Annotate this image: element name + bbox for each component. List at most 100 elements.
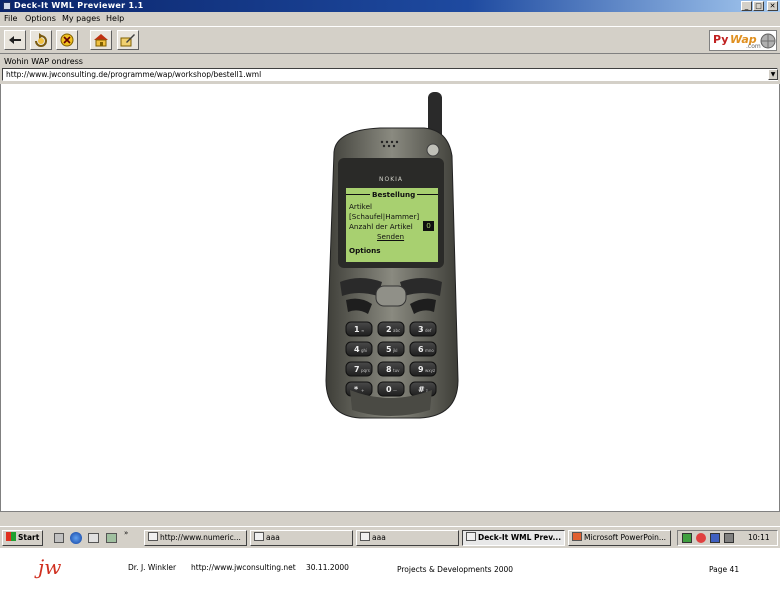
keypad-key-2[interactable]: 2 abc: [377, 321, 405, 337]
keypad-key-8[interactable]: 8 tuv: [377, 361, 405, 377]
screen-line-1: Artikel: [349, 202, 373, 211]
stop-button[interactable]: [56, 30, 78, 50]
task-label: Deck-It WML Prev...: [478, 533, 562, 542]
system-tray: 10:11: [677, 530, 778, 546]
quantity-input[interactable]: 0: [423, 221, 434, 231]
address-input[interactable]: http://www.jwconsulting.de/programme/wap…: [2, 68, 778, 81]
key-letters: wxyz: [425, 368, 435, 373]
task-label: aaa: [372, 533, 386, 542]
stop-icon: [60, 33, 74, 47]
chevron-more-icon[interactable]: »: [124, 529, 128, 537]
monitor-icon[interactable]: [710, 533, 720, 543]
edit-bookmark-icon: [120, 34, 135, 47]
bookmark-button[interactable]: [117, 30, 139, 50]
taskbar-button[interactable]: aaa: [356, 530, 459, 546]
footer-author: Dr. J. Winkler: [128, 563, 177, 572]
start-label: Start: [18, 533, 40, 542]
reload-button[interactable]: [30, 30, 52, 50]
key-digit: 8: [386, 365, 392, 374]
task-app-icon: [254, 532, 264, 541]
taskbar-button[interactable]: Microsoft PowerPoin...: [568, 530, 671, 546]
options-softkey[interactable]: Options: [349, 246, 381, 255]
maximize-button[interactable]: □: [753, 1, 764, 11]
keypad-key-1[interactable]: 1 ∞: [345, 321, 373, 337]
network-icon[interactable]: [682, 533, 692, 543]
key-letters: jkl: [392, 348, 398, 353]
pywap-logo: Py Wap .com: [709, 30, 777, 51]
status-band: [0, 512, 780, 526]
taskbar-button[interactable]: http://www.numeric...: [144, 530, 247, 546]
key-letters: abc: [393, 328, 400, 333]
key-letters: +: [361, 388, 364, 393]
task-label: aaa: [266, 533, 280, 542]
reload-icon: [35, 33, 47, 47]
footer-section: Projects & Developments 2000: [397, 565, 514, 574]
screen-title: Bestellung: [370, 190, 418, 199]
key-digit: 0: [386, 385, 392, 394]
menu-file[interactable]: File: [4, 14, 17, 23]
key-letters: def: [425, 328, 432, 333]
menu-options[interactable]: Options: [25, 14, 56, 23]
footer-page: Page 41: [709, 565, 740, 574]
start-button[interactable]: Start: [2, 530, 43, 546]
internet-explorer-icon[interactable]: [70, 532, 82, 544]
task-app-icon: [360, 532, 370, 541]
keypad-key-3[interactable]: 3 def: [409, 321, 437, 337]
toolbar: Py Wap .com: [0, 26, 780, 54]
home-button[interactable]: [90, 30, 112, 50]
keypad-key-9[interactable]: 9 wxyz: [409, 361, 437, 377]
close-button[interactable]: ✕: [767, 1, 778, 11]
key-digit: 9: [418, 365, 424, 374]
antivirus-icon[interactable]: [696, 533, 706, 543]
task-label: http://www.numeric...: [160, 533, 241, 542]
key-letters: ∞: [361, 328, 364, 333]
app-shortcut-icon[interactable]: [106, 533, 117, 543]
power-button[interactable]: [426, 143, 440, 157]
footer-date: 30.11.2000: [306, 563, 349, 572]
footer-url: http://www.jwconsulting.net: [191, 563, 296, 572]
logo-py-text: Py: [713, 33, 729, 46]
key-digit: 2: [386, 325, 392, 334]
address-label: Wohin WAP ondress: [4, 57, 83, 66]
task-app-icon: [572, 532, 582, 541]
show-desktop-icon[interactable]: [54, 533, 64, 543]
key-digit: #: [418, 385, 425, 394]
taskbar-button[interactable]: aaa: [250, 530, 353, 546]
clock: 10:11: [748, 533, 770, 542]
globe-icon: [760, 33, 776, 49]
keypad-key-5[interactable]: 5 jkl: [377, 341, 405, 357]
back-button[interactable]: [4, 30, 26, 50]
key-digit: 6: [418, 345, 424, 354]
back-arrow-icon: [9, 36, 21, 44]
key-letters: tuv: [393, 368, 400, 373]
content-area: 1 ∞ 2 abc 3 def 4 ghi 5 jkl 6 mno 7 pqrs 8 tuv 9 wxyz * +0—…: [0, 84, 780, 512]
key-letters: —: [393, 388, 397, 393]
keypad-key-4[interactable]: 4 ghi: [345, 341, 373, 357]
key-digit: 7: [354, 365, 360, 374]
minimize-button[interactable]: _: [741, 1, 752, 11]
title-bar: Deck-It WML Previewer 1.1 _ □ ✕: [0, 0, 780, 12]
windows-logo-icon: [6, 532, 16, 541]
task-app-icon: [466, 532, 476, 541]
menu-help[interactable]: Help: [106, 14, 124, 23]
lcd-content: NOKIA Bestellung Artikel [Schaufel|Hamme…: [346, 176, 438, 260]
task-app-icon: [148, 532, 158, 541]
chevron-down-icon[interactable]: ▼: [768, 69, 778, 80]
submit-link[interactable]: Senden: [377, 232, 404, 241]
home-icon: [94, 34, 108, 47]
taskbar-button[interactable]: Deck-It WML Prev...: [462, 530, 565, 546]
screen-line-3: Anzahl der Artikel: [349, 222, 413, 231]
screen-select[interactable]: [Schaufel|Hammer]: [349, 212, 419, 221]
key-letters: ghi: [361, 348, 367, 353]
keypad-key-0[interactable]: 0—: [377, 381, 405, 397]
outlook-icon[interactable]: [88, 533, 99, 543]
menu-bar: File Options My pages Help: [0, 12, 780, 26]
navi-key[interactable]: [375, 285, 407, 307]
key-digit: 1: [354, 325, 360, 334]
key-letters: mno: [425, 348, 434, 353]
volume-icon[interactable]: [724, 533, 734, 543]
menu-my-pages[interactable]: My pages: [62, 14, 100, 23]
key-digit: 3: [418, 325, 424, 334]
keypad-key-6[interactable]: 6 mno: [409, 341, 437, 357]
keypad-key-7[interactable]: 7 pqrs: [345, 361, 373, 377]
